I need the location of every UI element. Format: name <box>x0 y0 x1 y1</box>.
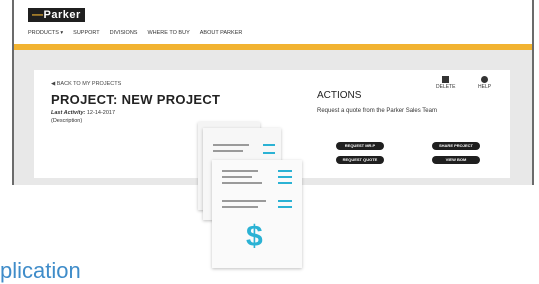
back-link-label: BACK TO MY PROJECTS <box>56 81 122 87</box>
receipt-line <box>222 182 262 184</box>
help-label: HELP <box>478 84 492 90</box>
request-quote-button[interactable]: REQUEST QUOTE <box>336 156 384 164</box>
dollar-icon: $ <box>246 220 263 253</box>
receipt-line <box>222 170 258 172</box>
actions-heading: ACTIONS <box>317 90 362 101</box>
nav-support[interactable]: SUPPORT <box>73 30 100 36</box>
receipt-accent-line <box>278 200 292 202</box>
project-description: (Description) <box>51 118 83 124</box>
last-activity: Last Activity: 12-14-2017 <box>51 110 115 116</box>
delete-label: DELETE <box>436 84 456 90</box>
share-project-button[interactable]: SHARE PROJECT <box>432 142 480 150</box>
receipt-line <box>213 150 243 152</box>
receipt-line <box>222 200 266 202</box>
receipt-accent-line <box>263 144 275 146</box>
bottom-partial-text: plication <box>0 258 81 283</box>
back-link[interactable]: ◀ BACK TO MY PROJECTS <box>51 81 121 87</box>
nav-where-to-buy[interactable]: WHERE TO BUY <box>147 30 189 36</box>
request-mro-button[interactable]: REQUEST MR.P <box>336 142 384 150</box>
project-title: PROJECT: NEW PROJECT <box>51 92 221 107</box>
receipt-accent-line <box>278 170 292 172</box>
logo-text: Parker <box>43 9 81 21</box>
nav-about-parker[interactable]: ABOUT PARKER <box>200 30 243 36</box>
help-icon <box>481 76 489 83</box>
view-bom-button[interactable]: VIEW BOM <box>432 156 480 164</box>
receipt-accent-line <box>278 182 292 184</box>
receipt-line <box>213 144 249 146</box>
receipt-accent-line <box>278 206 292 208</box>
receipt-line <box>222 176 252 178</box>
main-nav: PRODUCTS ▾ SUPPORT DIVISIONS WHERE TO BU… <box>28 30 242 36</box>
receipt-line <box>222 206 258 208</box>
last-activity-date: 12-14-2017 <box>86 110 116 116</box>
delete-button[interactable]: DELETE <box>436 76 455 90</box>
last-activity-label: Last Activity: <box>51 110 86 116</box>
nav-divisions[interactable]: DIVISIONS <box>110 30 138 36</box>
help-button[interactable]: HELP <box>478 76 491 90</box>
actions-subtitle: Request a quote from the Parker Sales Te… <box>317 108 437 114</box>
nav-products[interactable]: PRODUCTS ▾ <box>28 30 63 36</box>
trash-icon <box>442 76 450 83</box>
receipt-accent-line <box>278 176 292 178</box>
receipt-accent-line <box>263 152 275 154</box>
receipt-front: $ <box>212 160 302 268</box>
parker-logo[interactable]: —Parker <box>28 8 85 22</box>
logo-dash: — <box>32 9 44 21</box>
